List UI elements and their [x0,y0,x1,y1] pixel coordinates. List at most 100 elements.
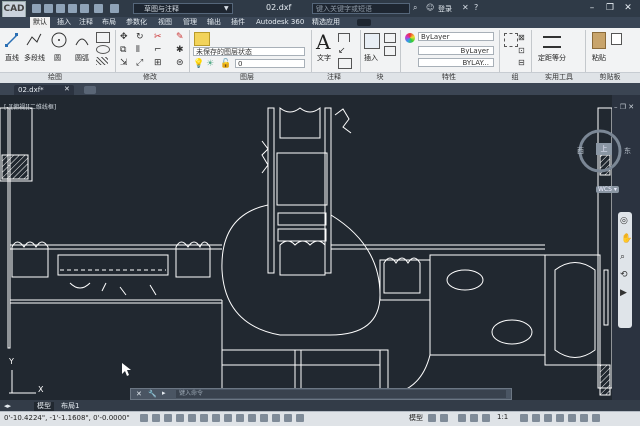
tab-default[interactable]: 默认 [30,17,50,28]
orbit-icon[interactable]: ⟲ [620,270,628,280]
panel-label-utilities[interactable]: 实用工具 [536,72,582,82]
help-icon[interactable]: ? [474,3,478,12]
annotation-visibility-icon[interactable] [482,414,490,422]
panel-label-properties[interactable]: 特性 [424,72,474,82]
tab-annotate[interactable]: 注释 [76,17,96,28]
command-input[interactable]: 键入命令 [176,390,506,398]
save-icon[interactable] [56,4,65,13]
coordinates-readout[interactable]: 0'-10.4224", -1'-1.1608", 0'-0.0000" [4,414,130,422]
hatch-icon[interactable] [96,57,108,65]
fillet-icon[interactable]: ⌐ [154,45,162,55]
text-icon[interactable]: A [316,30,330,54]
stretch-icon[interactable]: ⇲ [120,58,130,68]
tab-layout1[interactable]: 布局1 [58,402,82,411]
mirror-icon[interactable]: ⫴ [136,45,140,55]
osnap-icon[interactable] [200,414,208,422]
quick-view-drawings-icon[interactable] [440,414,448,422]
pan-icon[interactable]: ✋ [621,234,632,244]
copy-clip-icon[interactable] [611,33,622,45]
wrench-icon[interactable]: 🔧 [148,390,157,398]
ellipse-icon[interactable] [96,45,110,54]
tpy-icon[interactable] [272,414,280,422]
polyline-button[interactable]: 多段线 [24,53,45,63]
viewcube-top[interactable]: 上 [596,143,612,155]
tab-autodesk-360[interactable]: Autodesk 360 [253,17,307,28]
rotate-icon[interactable]: ↻ [136,32,144,42]
ortho-icon[interactable] [176,414,184,422]
table-icon[interactable] [338,58,352,69]
dyn-icon[interactable] [248,414,256,422]
dimension-icon[interactable] [338,33,350,42]
sc-icon[interactable] [296,414,304,422]
ungroup-icon[interactable]: ⊠ [518,33,525,42]
layer-properties-icon[interactable] [194,32,210,46]
tab-insert[interactable]: 插入 [54,17,74,28]
showmotion-icon[interactable]: ▶ [620,288,627,298]
panel-label-annotation[interactable]: 注释 [314,72,354,82]
3d-osnap-icon[interactable] [212,414,220,422]
explode-icon[interactable]: ✱ [176,45,184,55]
clean-screen-icon[interactable] [580,414,588,422]
customization-icon[interactable] [592,414,600,422]
current-layer-dropdown[interactable]: 0 [235,59,305,68]
insert-button[interactable]: 插入 [364,53,378,63]
viewcube-east[interactable]: 东 [624,146,631,156]
ducs-icon[interactable] [236,414,244,422]
notifications-icon[interactable] [568,414,576,422]
viewport-window-controls[interactable]: – ❐ ✕ [614,103,634,111]
search-input[interactable]: 键入关键字或短语 [312,3,410,14]
close-icon[interactable]: ✕ [136,390,142,398]
panel-label-groups[interactable]: 组 [500,72,530,82]
close-icon[interactable]: ✕ [64,85,70,93]
paste-icon[interactable] [592,32,606,49]
create-block-icon[interactable] [384,33,396,43]
tab-model[interactable]: 模型 [34,402,54,411]
insert-block-icon[interactable] [364,33,380,49]
close-button[interactable]: ✕ [621,2,635,14]
line-icon[interactable] [5,32,19,48]
group-select-icon[interactable]: ⊟ [518,58,525,67]
pan-status-icon[interactable] [458,414,466,422]
move-icon[interactable]: ✥ [120,32,130,42]
isolate-objects-icon[interactable] [556,414,564,422]
measure-button[interactable]: 定距等分 [538,53,566,63]
layer-state-dropdown[interactable]: 未保存的图层状态 [193,47,305,56]
group-edit-icon[interactable]: ⊡ [518,46,525,55]
quick-view-layouts-icon[interactable] [428,414,436,422]
tab-view[interactable]: 视图 [155,17,175,28]
user-icon[interactable]: ☺ [426,3,434,12]
color-dropdown[interactable]: ByLayer [418,32,494,41]
qp-icon[interactable] [284,414,292,422]
edit-block-icon[interactable] [384,46,396,56]
trim-icon[interactable]: ✂ [154,32,162,42]
zoom-icon[interactable]: ⌕ [620,252,625,262]
model-space-toggle[interactable]: 模型 [409,413,423,423]
tab-addins[interactable]: 插件 [228,17,248,28]
minimize-button[interactable]: – [585,2,599,14]
tab-manage[interactable]: 管理 [180,17,200,28]
snap-icon[interactable] [152,414,160,422]
panel-label-modify[interactable]: 修改 [125,72,175,82]
tab-layout[interactable]: 布局 [99,17,119,28]
tab-output[interactable]: 输出 [204,17,224,28]
panel-label-layers[interactable]: 图层 [222,72,272,82]
measure-icon[interactable] [543,36,561,48]
text-button[interactable]: 文字 [317,53,331,63]
workspace-switch-icon[interactable] [520,414,528,422]
grid-icon[interactable] [164,414,172,422]
arc-button[interactable]: 圆弧 [75,53,89,63]
redo-icon[interactable] [110,4,119,13]
viewport-controls[interactable]: [-][俯视][二维线框] [4,102,56,111]
lineweight-dropdown[interactable]: BYLAY... [418,58,494,67]
chevron-down-icon[interactable]: ▼ [224,5,229,12]
print-icon[interactable] [80,4,89,13]
rectangle-icon[interactable] [96,32,110,43]
lock-icon[interactable]: 🔓 [220,59,231,69]
linetype-dropdown[interactable]: ByLayer [418,46,494,55]
sun-icon[interactable]: ☀ [206,59,214,69]
panel-label-clipboard[interactable]: 剪贴板 [590,72,630,82]
new-icon[interactable] [32,4,41,13]
otrack-icon[interactable] [224,414,232,422]
zoom-status-icon[interactable] [470,414,478,422]
workspace-dropdown[interactable]: 草图与注释 [133,3,233,14]
